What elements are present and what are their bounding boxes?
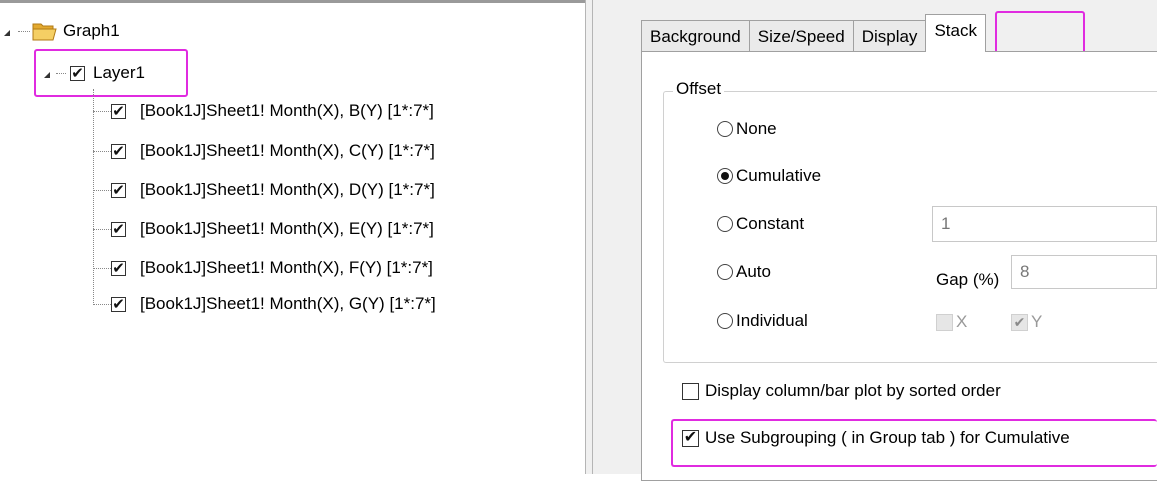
gap-input[interactable]: 8 [1011,255,1157,289]
plot-label: [Book1J]Sheet1! Month(X), C(Y) [1*:7*] [140,141,435,160]
tree-node-plot[interactable]: ✔ [Book1J]Sheet1! Month(X), D(Y) [1*:7*] [93,176,435,204]
radio-none-label: None [736,119,777,138]
plot-label: [Book1J]Sheet1! Month(X), B(Y) [1*:7*] [140,101,434,120]
plot-checkbox[interactable]: ✔ [111,221,126,237]
plot-checkbox[interactable]: ✔ [111,143,126,159]
plot-checkbox[interactable]: ✔ [111,182,126,198]
tab-background[interactable]: Background [641,20,750,52]
folder-open-icon [32,21,58,41]
radio-selected-dot [721,172,729,180]
gap-label: Gap (%) [936,270,1000,289]
panel-splitter[interactable] [585,0,593,474]
sorted-order-label: Display column/bar plot by sorted order [705,381,1001,400]
radio-button[interactable] [717,264,733,280]
plot-checkbox[interactable]: ✔ [111,103,126,119]
expand-arrow-icon[interactable] [4,30,10,36]
tree-node-plot[interactable]: ✔ [Book1J]Sheet1! Month(X), C(Y) [1*:7*] [93,137,435,165]
radio-auto[interactable]: Auto [717,262,771,282]
tree-connector [93,228,111,230]
radio-button[interactable] [717,121,733,137]
tree-connector [93,303,111,305]
tree-connector [93,267,111,269]
radio-button[interactable] [717,313,733,329]
plot-checkbox[interactable]: ✔ [111,260,126,276]
subgrouping-highlight-box [671,419,1157,467]
radio-button[interactable] [717,216,733,232]
tree-connector [93,189,111,191]
tree-node-graph[interactable]: Graph1 [4,17,120,45]
individual-y-option[interactable]: ✔ Y [1011,312,1042,332]
plot-label: [Book1J]Sheet1! Month(X), E(Y) [1*:7*] [140,219,434,238]
tree-node-plot[interactable]: ✔ [Book1J]Sheet1! Month(X), B(Y) [1*:7*] [93,97,434,125]
layer-highlight-box [34,49,188,97]
plot-label: [Book1J]Sheet1! Month(X), D(Y) [1*:7*] [140,180,435,199]
sorted-order-option[interactable]: Display column/bar plot by sorted order [682,381,1001,401]
sorted-order-checkbox[interactable] [682,382,699,400]
radio-individual[interactable]: Individual [717,311,808,331]
offset-group-title: Offset [673,79,725,99]
radio-none[interactable]: None [717,119,777,139]
tree-connector [93,150,111,152]
tab-size-speed[interactable]: Size/Speed [748,20,854,52]
radio-constant-label: Constant [736,214,805,233]
radio-cumulative-label: Cumulative [736,166,822,185]
plot-details-dialog: Background Size/Speed Display Stack Offs… [593,0,1157,481]
x-checkbox[interactable] [936,313,953,331]
tree-connector [18,31,30,32]
y-checkbox-label: Y [1031,312,1043,331]
radio-button[interactable] [717,168,733,184]
tree-node-graph-label: Graph1 [63,21,120,40]
tree-connector [93,110,111,112]
x-checkbox-label: X [956,312,968,331]
tab-strip: Background Size/Speed Display Stack [641,14,986,52]
plot-label: [Book1J]Sheet1! Month(X), F(Y) [1*:7*] [140,258,433,277]
tab-display[interactable]: Display [852,20,927,52]
radio-individual-label: Individual [736,311,808,330]
radio-cumulative[interactable]: Cumulative [717,166,821,186]
individual-x-option[interactable]: X [936,312,967,332]
plot-tree-panel: Graph1 ✔ Layer1 ✔ [Book1J]Sheet1! Month(… [0,0,585,477]
tree-node-plot[interactable]: ✔ [Book1J]Sheet1! Month(X), E(Y) [1*:7*] [93,215,434,243]
radio-auto-label: Auto [736,262,771,281]
y-checkbox[interactable]: ✔ [1011,313,1028,331]
tree-node-plot[interactable]: ✔ [Book1J]Sheet1! Month(X), F(Y) [1*:7*] [93,254,433,282]
constant-value-input[interactable]: 1 [932,206,1157,242]
tree-node-plot[interactable]: ✔ [Book1J]Sheet1! Month(X), G(Y) [1*:7*] [93,290,436,318]
tab-stack[interactable]: Stack [925,14,986,52]
radio-constant[interactable]: Constant [717,214,804,234]
plot-checkbox[interactable]: ✔ [111,296,126,312]
plot-label: [Book1J]Sheet1! Month(X), G(Y) [1*:7*] [140,294,436,313]
